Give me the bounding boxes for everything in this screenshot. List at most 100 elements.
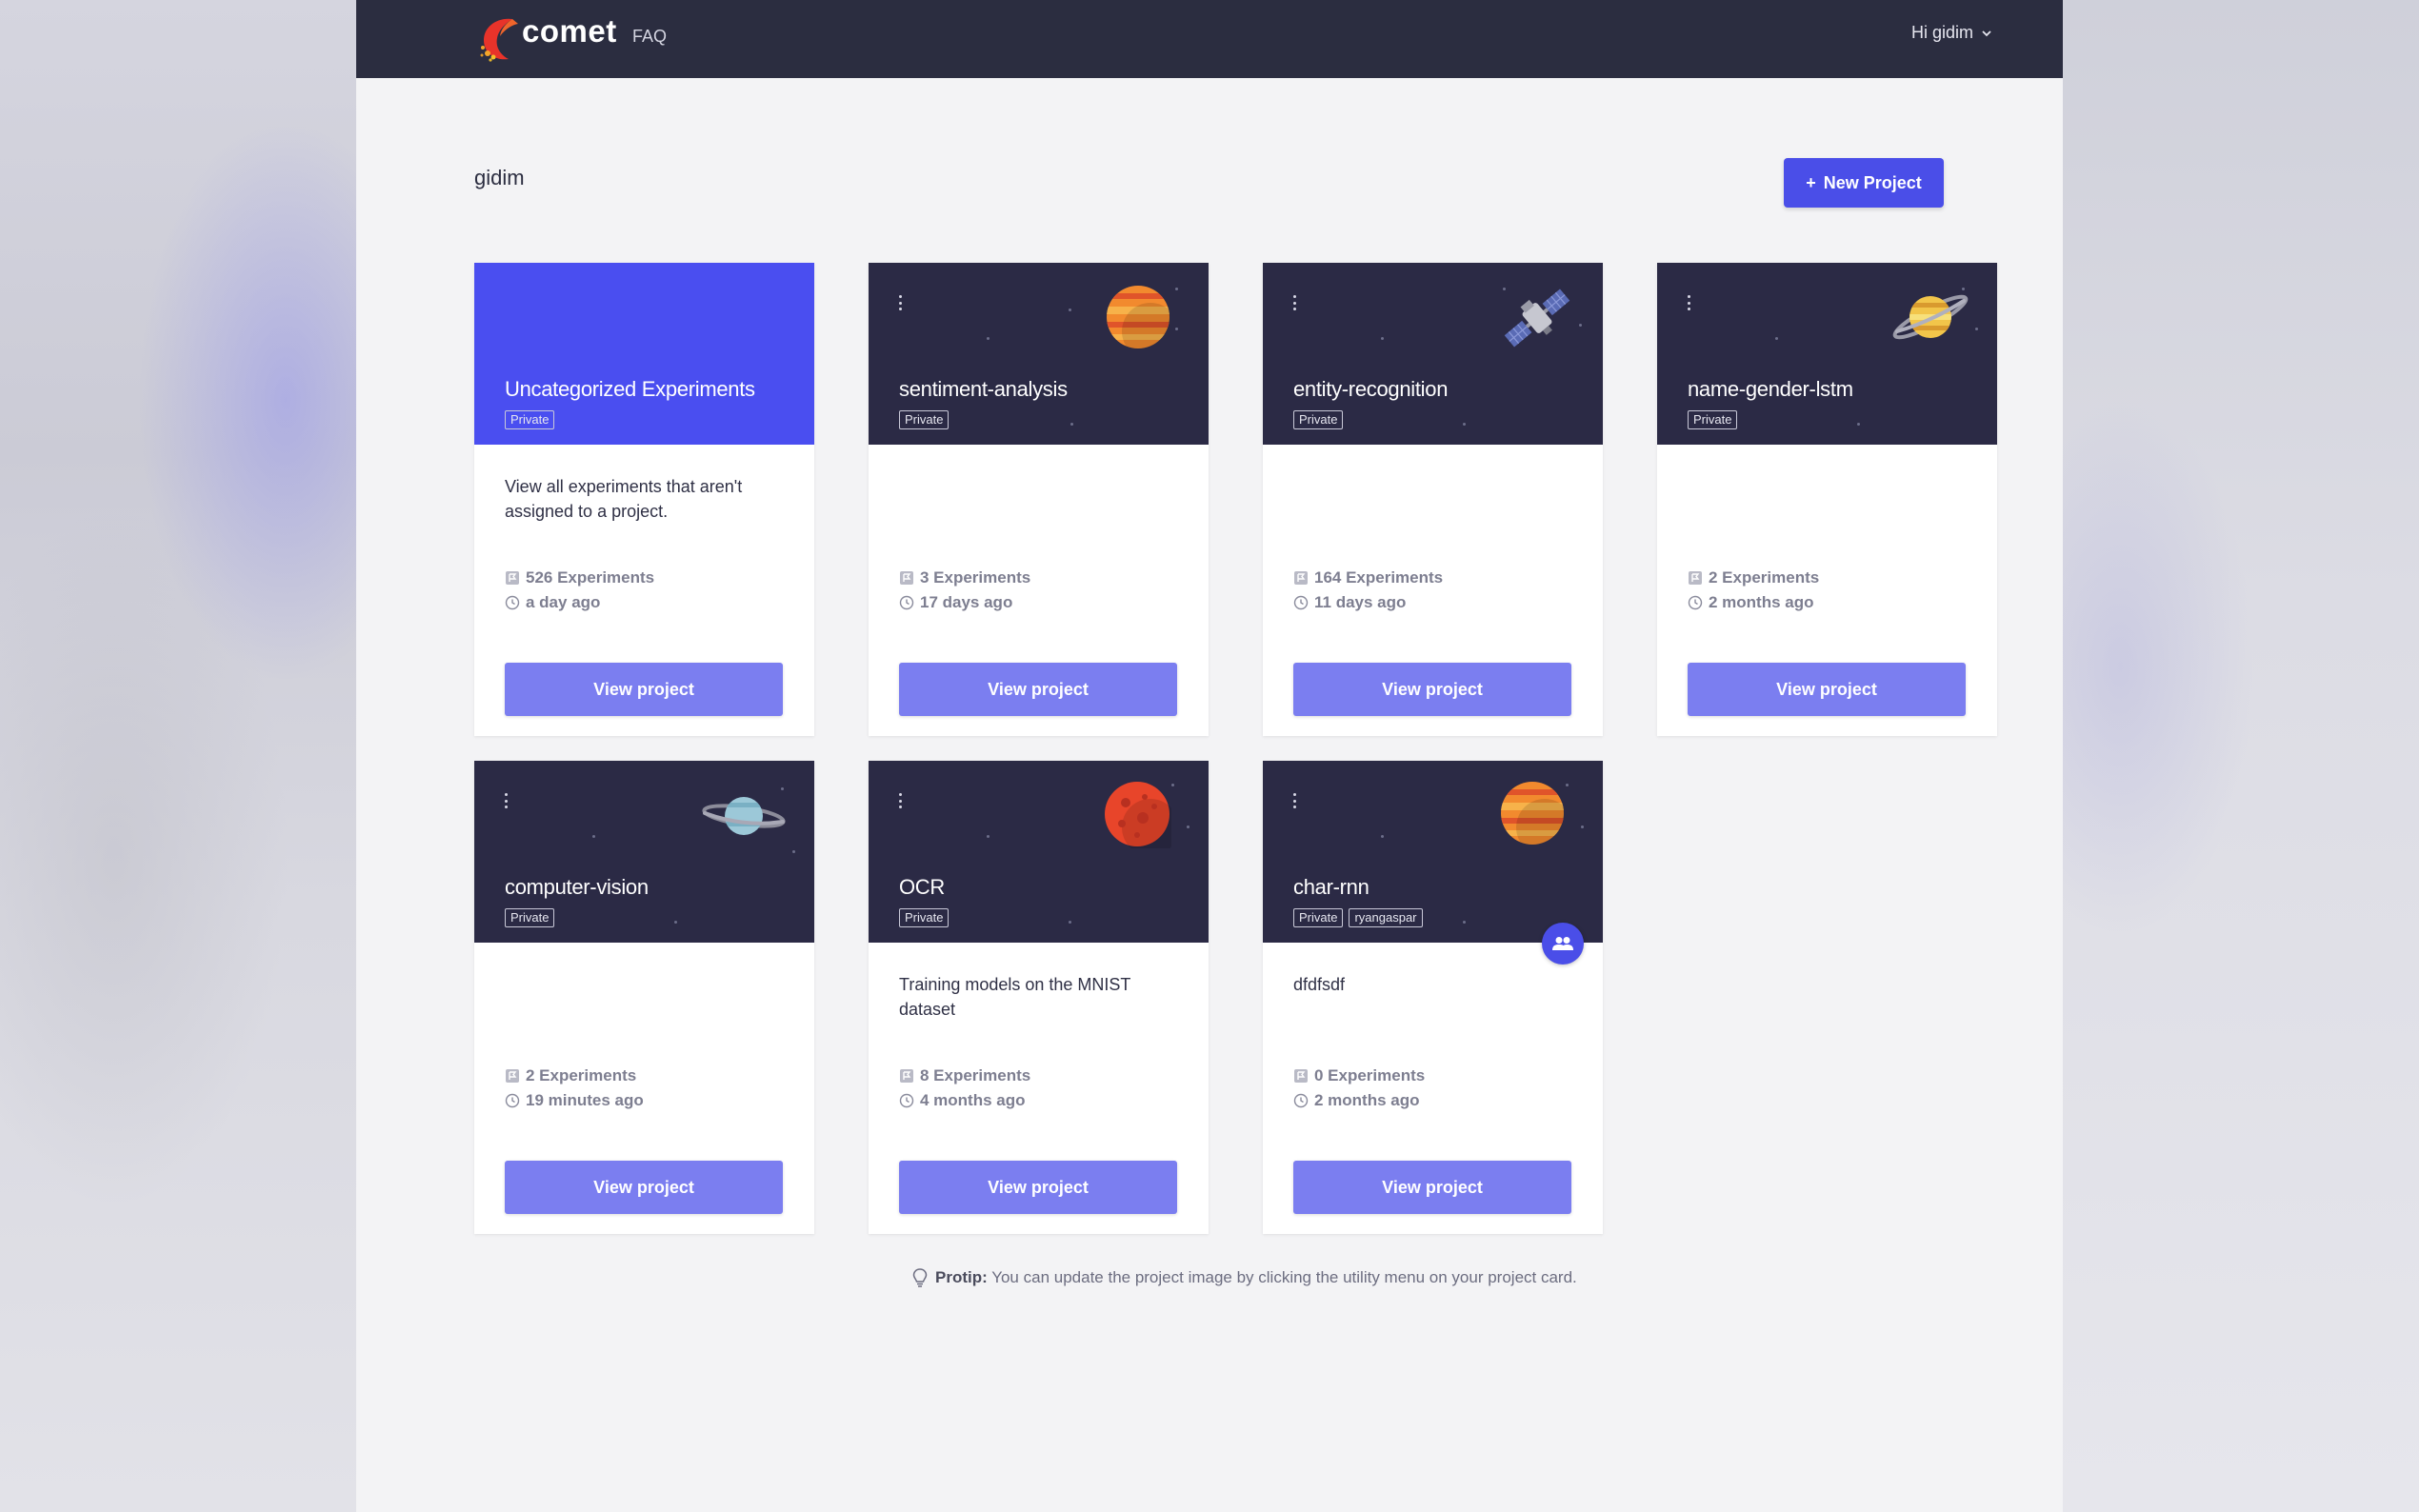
last-updated: 11 days ago <box>1314 593 1407 611</box>
last-updated: a day ago <box>526 593 601 611</box>
project-tags: Private ryangaspar <box>1293 908 1423 927</box>
experiments-icon <box>1294 1069 1308 1083</box>
experiment-count: 0 Experiments <box>1314 1066 1426 1084</box>
project-description: View all experiments that aren't assigne… <box>505 477 743 521</box>
project-card-header: Uncategorized Experiments Private <box>474 263 814 445</box>
view-project-button[interactable]: View project <box>1293 1161 1571 1214</box>
project-meta: 2 Experiments 19 minutes ago <box>505 1064 644 1113</box>
project-card-header: computer-vision Private <box>474 761 814 943</box>
project-description: dfdfsdf <box>1293 975 1346 994</box>
shared-project-badge[interactable] <box>1542 923 1584 965</box>
clock-icon <box>1293 1093 1309 1108</box>
project-card: Uncategorized Experiments Private View a… <box>474 263 814 736</box>
ringed-planet-icon <box>1892 294 1969 340</box>
utility-menu-button[interactable] <box>1291 295 1297 310</box>
project-card: sentiment-analysis Private 3 Experiments… <box>869 263 1209 736</box>
project-meta: 526 Experiments a day ago <box>505 566 654 615</box>
brand-name[interactable]: comet <box>522 13 617 50</box>
utility-menu-button[interactable] <box>897 295 903 310</box>
background-left <box>0 0 356 1512</box>
new-project-label: New Project <box>1823 172 1922 192</box>
utility-menu-button[interactable] <box>1686 295 1691 310</box>
utility-menu-button[interactable] <box>1291 793 1297 808</box>
last-updated: 4 months ago <box>920 1091 1026 1109</box>
project-meta: 8 Experiments 4 months ago <box>899 1064 1030 1113</box>
chevron-down-icon <box>1982 30 1991 36</box>
app-window: comet FAQ Hi gidim gidim + New Project U… <box>356 0 2063 1512</box>
project-title[interactable]: OCR <box>899 875 945 900</box>
project-card-header: sentiment-analysis Private <box>869 263 1209 445</box>
lightbulb-icon <box>912 1268 928 1287</box>
background-right <box>2063 0 2419 1512</box>
project-tags: Private <box>1293 410 1344 429</box>
comet-logo-icon[interactable] <box>474 11 528 65</box>
view-project-button[interactable]: View project <box>899 1161 1177 1214</box>
star-decoration <box>1463 921 1466 924</box>
workspace-owner: gidim <box>474 166 525 189</box>
project-card: entity-recognition Private 164 Experimen… <box>1263 263 1603 736</box>
project-card: computer-vision Private 2 Experiments 19… <box>474 761 814 1234</box>
project-meta: 0 Experiments 2 months ago <box>1293 1064 1425 1113</box>
experiment-count: 2 Experiments <box>526 1066 637 1084</box>
project-card-header: entity-recognition Private <box>1263 263 1603 445</box>
new-project-button[interactable]: + New Project <box>1784 158 1944 208</box>
user-menu[interactable]: Hi gidim <box>1911 23 1992 43</box>
protip-text: You can update the project image by clic… <box>991 1268 1577 1286</box>
star-decoration <box>1171 784 1174 786</box>
utility-menu-button[interactable] <box>503 793 509 808</box>
view-project-button[interactable]: View project <box>1293 663 1571 716</box>
experiments-icon <box>506 1069 519 1083</box>
star-decoration <box>1857 423 1860 426</box>
privacy-tag: Private <box>899 410 950 429</box>
project-meta: 164 Experiments 11 days ago <box>1293 566 1443 615</box>
privacy-tag: Private <box>1688 410 1738 429</box>
last-updated: 19 minutes ago <box>526 1091 644 1109</box>
experiment-count: 8 Experiments <box>920 1066 1031 1084</box>
last-updated: 17 days ago <box>920 593 1013 611</box>
project-title[interactable]: computer-vision <box>505 875 649 900</box>
privacy-tag: Private <box>1293 908 1344 927</box>
experiments-icon <box>1294 571 1308 585</box>
faq-link[interactable]: FAQ <box>632 27 667 47</box>
top-navbar: comet FAQ Hi gidim <box>356 0 2063 78</box>
project-title[interactable]: entity-recognition <box>1293 377 1448 402</box>
view-project-button[interactable]: View project <box>1688 663 1966 716</box>
star-decoration <box>674 921 677 924</box>
view-project-button[interactable]: View project <box>505 1161 783 1214</box>
star-decoration <box>1069 921 1071 924</box>
utility-menu-button[interactable] <box>897 793 903 808</box>
star-decoration <box>1175 288 1178 290</box>
project-tags: Private <box>505 410 555 429</box>
experiments-icon <box>900 571 913 585</box>
experiment-count: 2 Experiments <box>1709 568 1820 587</box>
last-updated: 2 months ago <box>1709 593 1814 611</box>
clock-icon <box>899 595 914 610</box>
project-title[interactable]: char-rnn <box>1293 875 1369 900</box>
project-card-header: name-gender-lstm Private <box>1657 263 1997 445</box>
project-meta: 3 Experiments 17 days ago <box>899 566 1030 615</box>
star-decoration <box>987 835 990 838</box>
project-title[interactable]: name-gender-lstm <box>1688 377 1853 402</box>
project-title[interactable]: sentiment-analysis <box>899 377 1068 402</box>
project-tags: Private <box>1688 410 1738 429</box>
star-decoration <box>1381 835 1384 838</box>
clock-icon <box>1293 595 1309 610</box>
project-card: name-gender-lstm Private 2 Experiments 2… <box>1657 263 1997 736</box>
protip-label: Protip: <box>935 1268 988 1286</box>
star-decoration <box>1070 423 1073 426</box>
experiments-icon <box>506 571 519 585</box>
user-greeting: Hi gidim <box>1910 23 1973 42</box>
view-project-button[interactable]: View project <box>505 663 783 716</box>
clock-icon <box>899 1093 914 1108</box>
experiment-count: 526 Experiments <box>526 568 655 587</box>
star-decoration <box>1975 328 1978 330</box>
satellite-icon <box>1504 288 1570 348</box>
last-updated: 2 months ago <box>1314 1091 1420 1109</box>
project-title[interactable]: Uncategorized Experiments <box>505 377 755 402</box>
project-description: Training models on the MNIST dataset <box>899 975 1131 1019</box>
view-project-button[interactable]: View project <box>899 663 1177 716</box>
project-card: char-rnn Private ryangaspar dfdfsdf 0 Ex… <box>1263 761 1603 1234</box>
clock-icon <box>505 595 520 610</box>
project-card-header: OCR Private <box>869 761 1209 943</box>
star-decoration <box>987 337 990 340</box>
